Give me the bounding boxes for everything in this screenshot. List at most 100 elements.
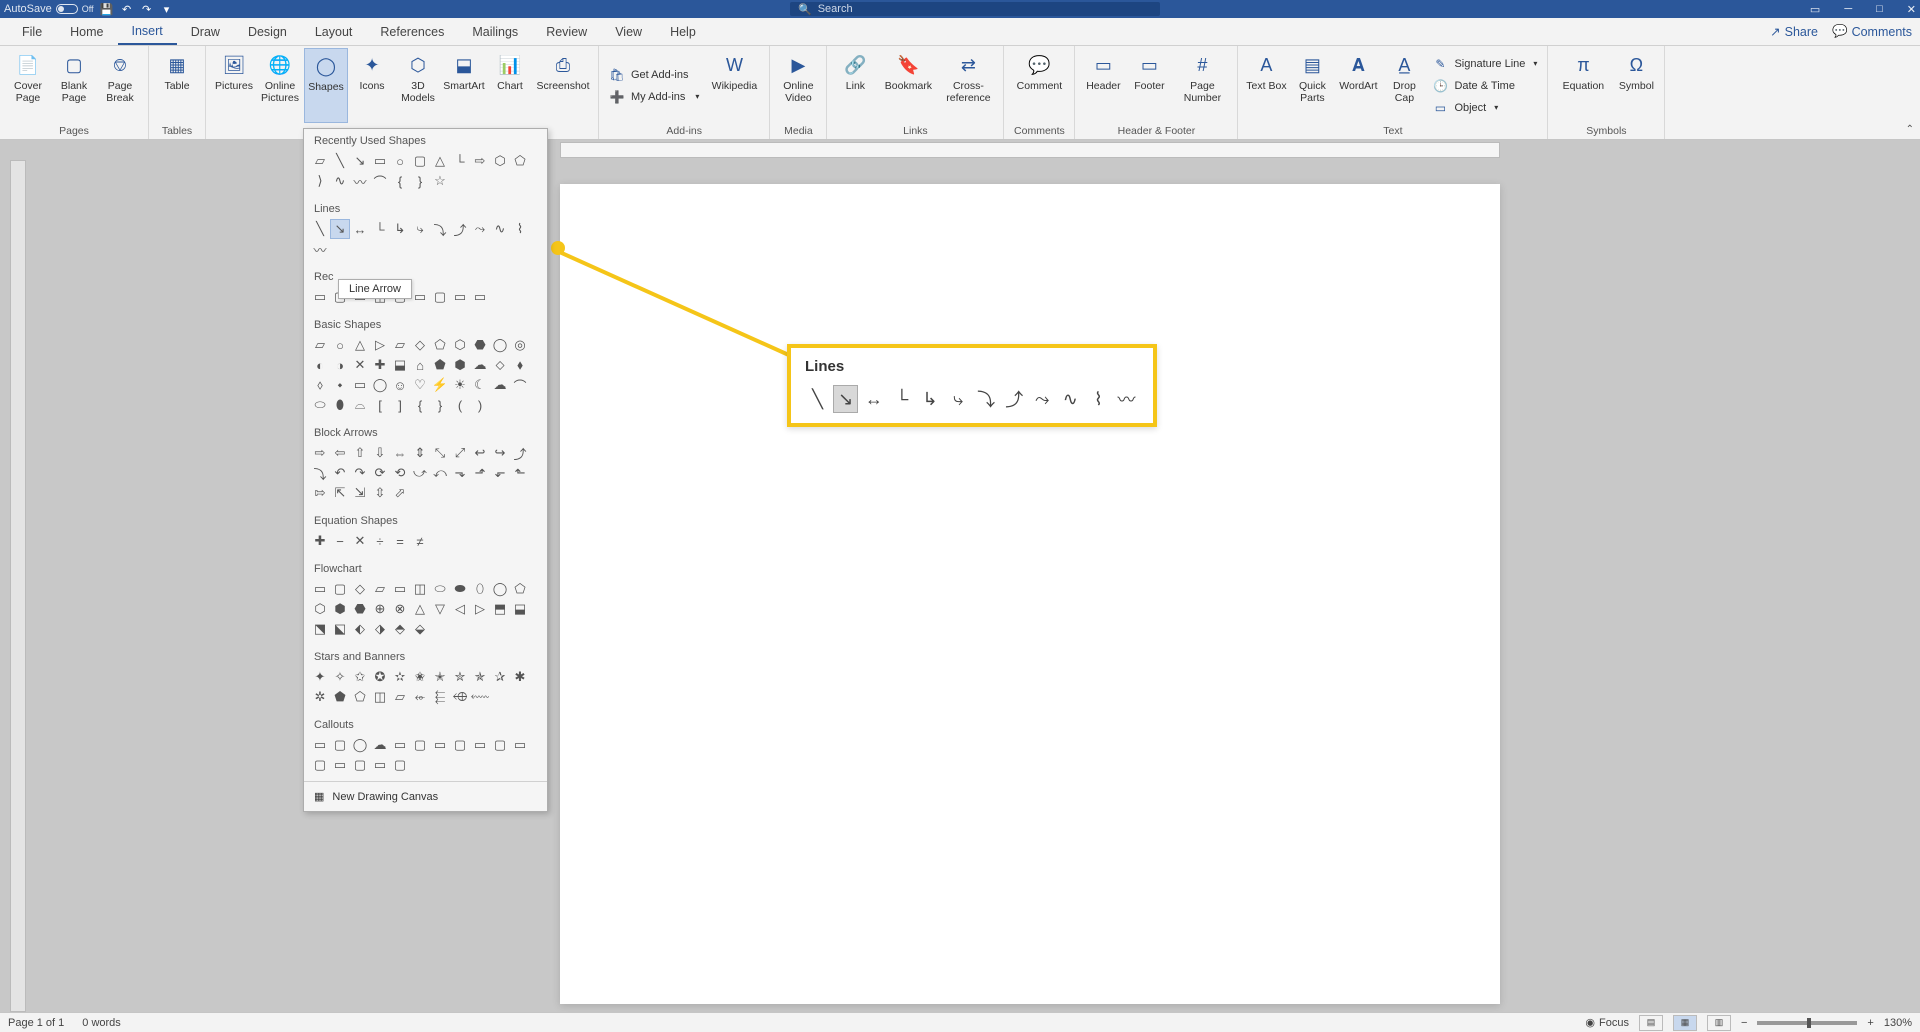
page-number-button[interactable]: #Page Number (1173, 48, 1231, 123)
qat-customize-icon[interactable]: ▾ (160, 2, 174, 16)
status-words[interactable]: 0 words (82, 1017, 121, 1029)
shape-curve[interactable]: ∿ (330, 171, 350, 191)
bs18[interactable]: ⬟ (430, 355, 450, 375)
comment-button[interactable]: 💬Comment (1010, 48, 1068, 123)
shape-curve-connector[interactable]: ⤵ (430, 219, 450, 239)
online-pictures-button[interactable]: 🌐Online Pictures (258, 48, 302, 123)
co12[interactable]: ▢ (310, 755, 330, 775)
st4[interactable]: ✪ (370, 667, 390, 687)
fc1[interactable]: ▭ (310, 579, 330, 599)
fc24[interactable]: ⬕ (330, 619, 350, 639)
vertical-ruler[interactable] (10, 160, 26, 1012)
read-mode-button[interactable]: ▤ (1639, 1015, 1663, 1031)
co3[interactable]: ◯ (350, 735, 370, 755)
ribbon-display-icon[interactable]: ▭ (1810, 3, 1820, 16)
fc25[interactable]: ⬖ (350, 619, 370, 639)
bs40[interactable]: } (430, 395, 450, 415)
zoom-slider[interactable] (1757, 1021, 1857, 1025)
callout-shape-curve2[interactable]: ∿ (1058, 385, 1083, 413)
st14[interactable]: ⬠ (350, 687, 370, 707)
shape-elbow-double[interactable]: ⤷ (410, 219, 430, 239)
textbox-button[interactable]: AText Box (1244, 48, 1288, 123)
bs19[interactable]: ⬢ (450, 355, 470, 375)
fc5[interactable]: ▭ (390, 579, 410, 599)
fc23[interactable]: ⬔ (310, 619, 330, 639)
tab-insert[interactable]: Insert (118, 18, 177, 45)
st2[interactable]: ✧ (330, 667, 350, 687)
shape-rect7[interactable]: ▢ (430, 287, 450, 307)
bs2[interactable]: ○ (330, 335, 350, 355)
fc16[interactable]: ⊗ (390, 599, 410, 619)
search-box[interactable]: 🔍 Search (790, 2, 1160, 16)
tab-file[interactable]: File (8, 18, 56, 45)
wordart-button[interactable]: 𝐀WordArt (1336, 48, 1380, 123)
shape-rect1[interactable]: ▭ (310, 287, 330, 307)
table-button[interactable]: ▦Table (155, 48, 199, 123)
fc2[interactable]: ▢ (330, 579, 350, 599)
fc3[interactable]: ◇ (350, 579, 370, 599)
bs25[interactable]: ▭ (350, 375, 370, 395)
callout-shape-line[interactable]: ╲ (805, 385, 830, 413)
tab-view[interactable]: View (601, 18, 656, 45)
ba24[interactable]: ⇱ (330, 483, 350, 503)
bs33[interactable]: ⌒ (510, 375, 530, 395)
ba21[interactable]: ⬐ (490, 463, 510, 483)
st16[interactable]: ▱ (390, 687, 410, 707)
shape-freeform[interactable]: 〰 (350, 171, 370, 191)
shape-curve-arrow[interactable]: ⤴ (450, 219, 470, 239)
ba3[interactable]: ⇧ (350, 443, 370, 463)
bs1[interactable]: ▱ (310, 335, 330, 355)
undo-icon[interactable]: ↶ (120, 2, 134, 16)
symbol-button[interactable]: ΩSymbol (1614, 48, 1658, 123)
callout-shape-elbow-arrow[interactable]: ↳ (917, 385, 942, 413)
ba7[interactable]: ⤡ (430, 443, 450, 463)
tab-mailings[interactable]: Mailings (458, 18, 532, 45)
tab-references[interactable]: References (366, 18, 458, 45)
quick-parts-button[interactable]: ▤Quick Parts (1290, 48, 1334, 123)
shape-pentagon[interactable]: ⬠ (510, 151, 530, 171)
bs9[interactable]: ⬣ (470, 335, 490, 355)
fc9[interactable]: ⬯ (470, 579, 490, 599)
co4[interactable]: ☁ (370, 735, 390, 755)
ba18[interactable]: ⤺ (430, 463, 450, 483)
page-break-button[interactable]: ⎊Page Break (98, 48, 142, 123)
fc28[interactable]: ⬙ (410, 619, 430, 639)
focus-mode-button[interactable]: ◉Focus (1585, 1016, 1629, 1029)
shape-curve2[interactable]: ∿ (490, 219, 510, 239)
shape-arrow[interactable]: ⇨ (470, 151, 490, 171)
footer-button[interactable]: ▭Footer (1127, 48, 1171, 123)
bs12[interactable]: ◐ (310, 355, 330, 375)
callout-shape-double-arrow[interactable]: ↔ (861, 385, 886, 413)
ba15[interactable]: ⟳ (370, 463, 390, 483)
callout-shape-elbow-double[interactable]: ⤷ (946, 385, 971, 413)
shape-rect[interactable]: ▭ (370, 151, 390, 171)
bs16[interactable]: ⬓ (390, 355, 410, 375)
shape-freeform2[interactable]: ⌇ (510, 219, 530, 239)
bs31[interactable]: ☾ (470, 375, 490, 395)
st18[interactable]: ⬱ (430, 687, 450, 707)
ba25[interactable]: ⇲ (350, 483, 370, 503)
shape-line-double-arrow[interactable]: ↔ (350, 219, 370, 239)
bs32[interactable]: ☁ (490, 375, 510, 395)
shape-elbow[interactable]: └ (450, 151, 470, 171)
bs35[interactable]: ⬮ (330, 395, 350, 415)
ba6[interactable]: ⇕ (410, 443, 430, 463)
fc11[interactable]: ⬠ (510, 579, 530, 599)
ba10[interactable]: ↪ (490, 443, 510, 463)
bs38[interactable]: ] (390, 395, 410, 415)
fc17[interactable]: △ (410, 599, 430, 619)
shapes-button[interactable]: ◯Shapes (304, 48, 348, 123)
callout-shape-scribble[interactable]: 〰 (1114, 385, 1139, 413)
fc7[interactable]: ⬭ (430, 579, 450, 599)
fc10[interactable]: ◯ (490, 579, 510, 599)
bs3[interactable]: △ (350, 335, 370, 355)
web-layout-button[interactable]: ▥ (1707, 1015, 1731, 1031)
ba22[interactable]: ⬑ (510, 463, 530, 483)
shape-triangle[interactable]: △ (430, 151, 450, 171)
shape-elbow-connector[interactable]: └ (370, 219, 390, 239)
eq4[interactable]: ÷ (370, 531, 390, 551)
bs22[interactable]: ⬧ (510, 355, 530, 375)
co13[interactable]: ▭ (330, 755, 350, 775)
shape-brace-r[interactable]: } (410, 171, 430, 191)
ba12[interactable]: ⤵ (310, 463, 330, 483)
